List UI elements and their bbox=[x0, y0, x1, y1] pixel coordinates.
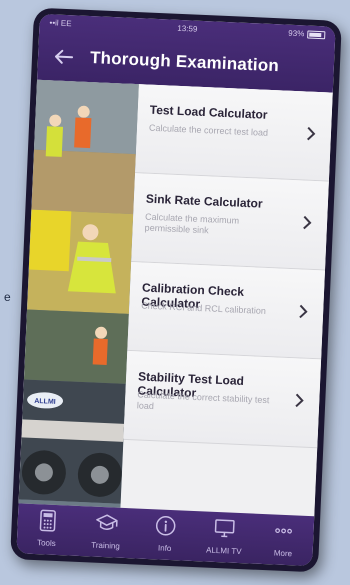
tab-tools[interactable]: Tools bbox=[18, 503, 76, 555]
tab-more[interactable]: More bbox=[254, 514, 312, 566]
tab-allmi-tv[interactable]: ALLMI TV bbox=[195, 511, 253, 563]
back-arrow-icon[interactable] bbox=[52, 44, 77, 69]
phone-frame: ••il EE 13:59 93% Thorough Examination A… bbox=[10, 7, 342, 573]
phone-screen: ••il EE 13:59 93% Thorough Examination A… bbox=[16, 13, 336, 567]
nav-row: Thorough Examination bbox=[37, 40, 334, 87]
chevron-right-icon bbox=[303, 215, 312, 230]
graduation-cap-icon bbox=[95, 514, 118, 530]
construction-photo: ALLMI bbox=[18, 79, 139, 508]
menu-item-subtitle: Calculate the correct test load bbox=[148, 122, 269, 138]
tab-label: Info bbox=[157, 543, 172, 554]
tab-info[interactable]: Info bbox=[136, 509, 194, 561]
menu-item-stability-test-load-calculator[interactable]: Stability Test Load Calculator Calculate… bbox=[123, 350, 322, 449]
calculator-icon bbox=[39, 509, 56, 532]
status-right: 93% bbox=[288, 28, 326, 40]
monitor-icon bbox=[214, 519, 235, 538]
menu-item-sink-rate-calculator[interactable]: Sink Rate Calculator Calculate the maxim… bbox=[131, 173, 329, 271]
menu-item-test-load-calculator[interactable]: Test Load Calculator Calculate the corre… bbox=[135, 84, 333, 182]
chevron-right-icon bbox=[295, 393, 304, 408]
menu-item-subtitle: Calculate the maximum permissible sink bbox=[144, 211, 240, 236]
page-title: Thorough Examination bbox=[89, 48, 280, 76]
info-icon bbox=[155, 516, 176, 536]
battery-icon bbox=[307, 29, 326, 39]
chevron-right-icon bbox=[299, 304, 308, 319]
tab-training[interactable]: Training bbox=[77, 506, 135, 558]
menu-item-subtitle: Calculate the correct stability test loa… bbox=[136, 389, 270, 412]
background-edge-text: e bbox=[4, 290, 11, 304]
more-dots-icon bbox=[275, 528, 293, 534]
menu-item-calibration-check-calculator[interactable]: Calibration Check Calculator Check RCI a… bbox=[127, 262, 325, 360]
tab-label: Tools bbox=[36, 538, 56, 548]
construction-photo-illustration: ALLMI bbox=[18, 79, 139, 504]
stage: e ••il EE 13:59 93% Thorough Examination… bbox=[0, 0, 350, 585]
tab-label: More bbox=[273, 548, 293, 559]
menu-item-title: Test Load Calculator bbox=[149, 102, 268, 122]
chevron-right-icon bbox=[307, 126, 316, 141]
calculator-menu: Test Load Calculator Calculate the corre… bbox=[123, 84, 333, 449]
tab-label: ALLMI TV bbox=[205, 545, 242, 557]
battery-percent: 93% bbox=[288, 28, 305, 39]
content-area: ALLMI Test Load Calculator Calculate the… bbox=[18, 79, 333, 517]
tab-label: Training bbox=[91, 540, 121, 551]
status-bar: ••il EE 13:59 93% bbox=[39, 16, 335, 43]
menu-item-title: Sink Rate Calculator bbox=[145, 191, 263, 211]
svg-text:ALLMI: ALLMI bbox=[34, 398, 56, 406]
